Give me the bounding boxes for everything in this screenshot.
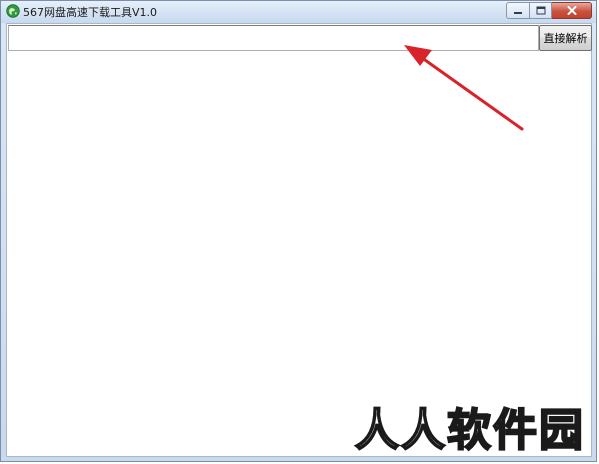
window-title: 567网盘高速下载工具V1.0: [23, 6, 158, 19]
minimize-button[interactable]: [506, 2, 530, 19]
title-bar[interactable]: 567网盘高速下载工具V1.0: [1, 1, 596, 23]
green-globe-icon: [6, 4, 20, 18]
app-window: 567网盘高速下载工具V1.0 直接解析: [0, 0, 597, 462]
watermark-text: 人人软件园: [354, 404, 585, 457]
close-button[interactable]: [552, 2, 592, 19]
parse-button[interactable]: 直接解析: [539, 25, 592, 51]
maximize-button[interactable]: [530, 2, 552, 19]
minimize-icon: [514, 11, 522, 14]
maximize-icon: [536, 6, 545, 15]
url-input[interactable]: [8, 25, 539, 51]
client-area: 直接解析: [6, 23, 592, 457]
close-icon: [567, 6, 576, 15]
caption-buttons: [506, 2, 592, 19]
